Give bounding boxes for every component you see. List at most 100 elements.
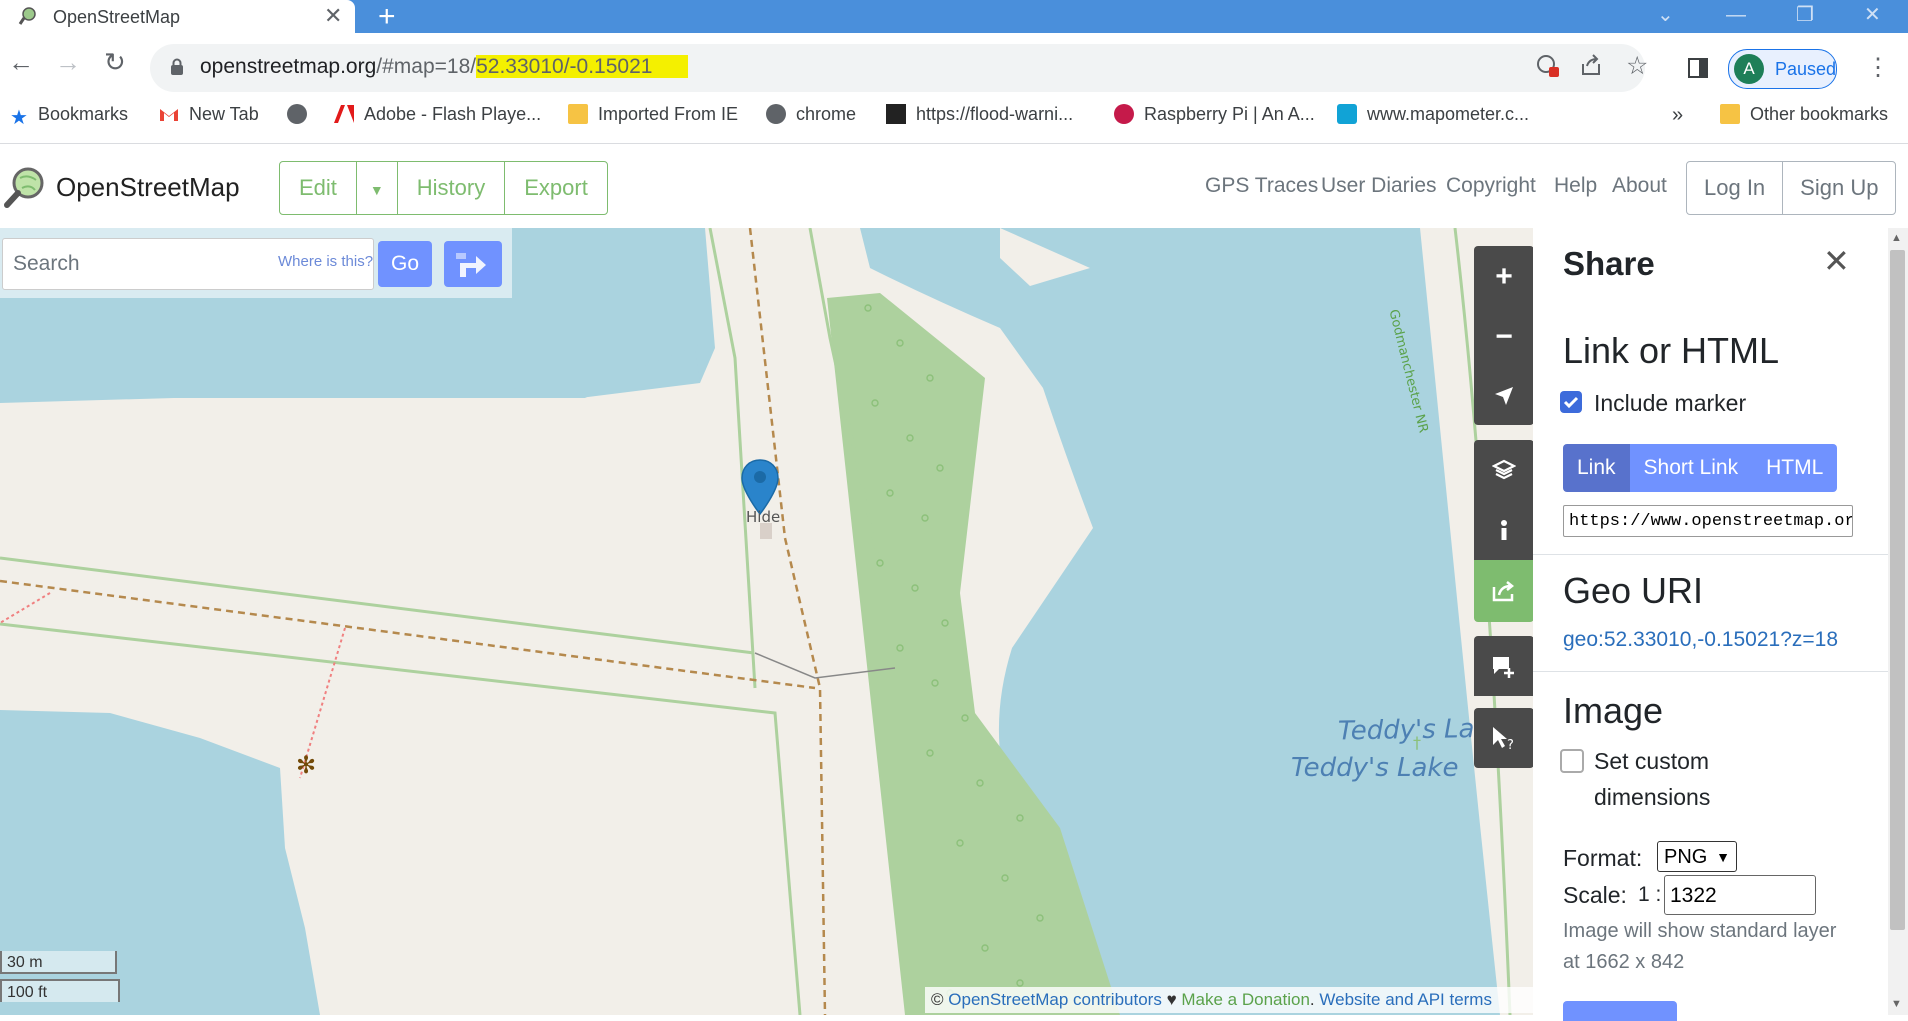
new-tab-button[interactable]: + — [378, 0, 396, 33]
url-host: openstreetmap.org — [200, 55, 377, 78]
edit-dropdown-button[interactable]: ▼ — [357, 162, 398, 214]
share-button[interactable] — [1474, 560, 1534, 622]
forward-icon[interactable]: → — [55, 47, 81, 78]
geo-uri-heading: Geo URI — [1563, 570, 1704, 611]
include-marker-checkbox[interactable] — [1560, 391, 1582, 413]
footpath — [748, 228, 827, 1015]
scale-bar-metric: 30 m — [0, 951, 117, 974]
nav-help[interactable]: Help — [1554, 174, 1597, 198]
lock-icon[interactable] — [170, 58, 184, 76]
directions-button[interactable] — [444, 241, 502, 287]
tab-short-link[interactable]: Short Link — [1629, 444, 1753, 492]
info-icon — [1501, 520, 1507, 540]
scroll-down-icon[interactable]: ▼ — [1891, 998, 1902, 1010]
zoom-in-button[interactable]: + — [1474, 246, 1534, 307]
add-note-button[interactable] — [1474, 636, 1534, 696]
share-link-field[interactable]: https://www.openstreetmap.org/?mlat=52.3… — [1563, 505, 1853, 537]
tab-search-icon[interactable]: ⌄ — [1657, 0, 1674, 33]
minus-icon: − — [1495, 320, 1513, 353]
scrollbar-thumb[interactable] — [1890, 250, 1905, 930]
where-is-this-link[interactable]: Where is this? — [278, 253, 373, 270]
plus-icon: + — [1495, 259, 1513, 293]
profile-button[interactable]: A Paused — [1728, 49, 1837, 89]
bookmark-item[interactable]: chrome — [766, 104, 856, 130]
history-button[interactable]: History — [398, 162, 506, 214]
caret-down-icon: ▼ — [369, 182, 384, 198]
signup-button[interactable]: Sign Up — [1783, 162, 1895, 214]
bookmark-item[interactable]: ★ Bookmarks — [10, 104, 128, 130]
close-sidebar-icon[interactable]: ✕ — [1823, 242, 1850, 280]
bookmark-label: Imported From IE — [598, 104, 739, 124]
tab-link[interactable]: Link — [1563, 444, 1630, 492]
more-menu-icon[interactable]: ⋮ — [1866, 53, 1890, 82]
custom-dimensions-label-cont: dimensions — [1594, 784, 1711, 810]
reload-icon[interactable]: ↻ — [104, 47, 126, 78]
scale-label: Scale: — [1563, 882, 1627, 908]
go-button[interactable]: Go — [378, 241, 432, 287]
side-panel-icon[interactable] — [1688, 58, 1708, 78]
share-icon — [1492, 581, 1515, 602]
bookmark-item[interactable]: Other bookmarks — [1720, 104, 1888, 130]
directions-icon — [456, 253, 486, 277]
url-text[interactable]: openstreetmap.org/#map=18/52.33010/-0.15… — [200, 55, 689, 79]
nav-copyright[interactable]: Copyright — [1446, 174, 1536, 198]
sidebar-title: Share — [1563, 245, 1655, 282]
nav-about[interactable]: About — [1612, 174, 1667, 198]
restore-button[interactable]: ❐ — [1796, 0, 1814, 33]
custom-dimensions-checkbox[interactable] — [1560, 749, 1584, 773]
map-canvas[interactable]: ✻ † Godmanchester NR Teddy's Lake Teddy'… — [0, 228, 1533, 1015]
blocked-icon[interactable] — [1536, 54, 1560, 78]
layers-icon — [1492, 459, 1516, 480]
section-divider — [1533, 671, 1888, 672]
edit-button[interactable]: Edit — [280, 162, 357, 214]
scale-bar-imperial: 100 ft — [0, 979, 120, 1002]
image-heading: Image — [1563, 690, 1664, 731]
bookmark-item[interactable] — [287, 104, 317, 130]
locate-button[interactable] — [1474, 367, 1534, 425]
donation-link[interactable]: Make a Donation — [1181, 990, 1310, 1009]
minimize-button[interactable]: — — [1726, 0, 1746, 33]
bookmark-item[interactable]: Raspberry Pi | An A... — [1114, 104, 1315, 130]
terms-link[interactable]: Website and API terms — [1319, 990, 1492, 1009]
nav-user-diaries[interactable]: User Diaries — [1321, 174, 1437, 198]
format-select[interactable]: PNG ▼ — [1657, 841, 1737, 872]
nav-gps-traces[interactable]: GPS Traces — [1205, 174, 1318, 198]
browser-tab[interactable]: OpenStreetMap ✕ — [0, 0, 355, 33]
export-button[interactable]: Export — [505, 162, 607, 214]
geo-uri-link[interactable]: geo:52.33010,-0.15021?z=18 — [1563, 628, 1838, 652]
heart-icon: ♥ — [1166, 990, 1177, 1009]
bookmark-star-icon[interactable]: ☆ — [1626, 51, 1648, 81]
bookmarks-overflow-button[interactable]: » — [1672, 104, 1683, 130]
bookmark-label: Raspberry Pi | An A... — [1144, 104, 1315, 124]
bookmark-label: www.mapometer.c... — [1367, 104, 1530, 124]
site-brand[interactable]: OpenStreetMap — [56, 172, 240, 203]
bookmark-item[interactable]: New Tab — [159, 104, 259, 130]
layers-button[interactable] — [1474, 440, 1534, 500]
bookmark-item[interactable]: https://flood-warni... — [886, 104, 1073, 130]
login-button[interactable]: Log In — [1687, 162, 1784, 214]
scroll-up-icon[interactable]: ▲ — [1891, 232, 1902, 244]
locate-arrow-icon — [1495, 387, 1513, 405]
back-icon[interactable]: ← — [8, 47, 34, 78]
tab-html[interactable]: HTML — [1752, 444, 1838, 492]
scale-input[interactable]: 1322 — [1664, 875, 1816, 915]
star-icon: ★ — [10, 107, 28, 129]
viewpoint-icon: ✻ — [296, 751, 316, 779]
osm-logo-icon[interactable] — [4, 166, 46, 208]
bookmark-item[interactable]: www.mapometer.c... — [1337, 104, 1529, 130]
zoom-out-button[interactable]: − — [1474, 307, 1534, 367]
map-key-button[interactable] — [1474, 500, 1534, 560]
download-button[interactable] — [1563, 1001, 1677, 1021]
close-window-button[interactable]: ✕ — [1864, 0, 1881, 33]
bookmark-item[interactable]: Imported From IE — [568, 104, 738, 130]
share-icon[interactable] — [1579, 54, 1603, 78]
edit-button-group: Edit ▼ History Export — [279, 161, 608, 215]
osm-favicon-icon — [18, 7, 36, 25]
query-features-button[interactable]: ? — [1474, 708, 1534, 768]
bookmark-label: Adobe - Flash Playe... — [364, 104, 542, 124]
contributors-link[interactable]: OpenStreetMap contributors — [948, 990, 1162, 1009]
bookmark-item[interactable]: Adobe - Flash Playe... — [334, 104, 541, 130]
tab-close-icon[interactable]: ✕ — [324, 3, 342, 29]
mapometer-icon — [1337, 104, 1357, 124]
map-attribution: © OpenStreetMap contributors ♥ Make a Do… — [925, 987, 1533, 1013]
